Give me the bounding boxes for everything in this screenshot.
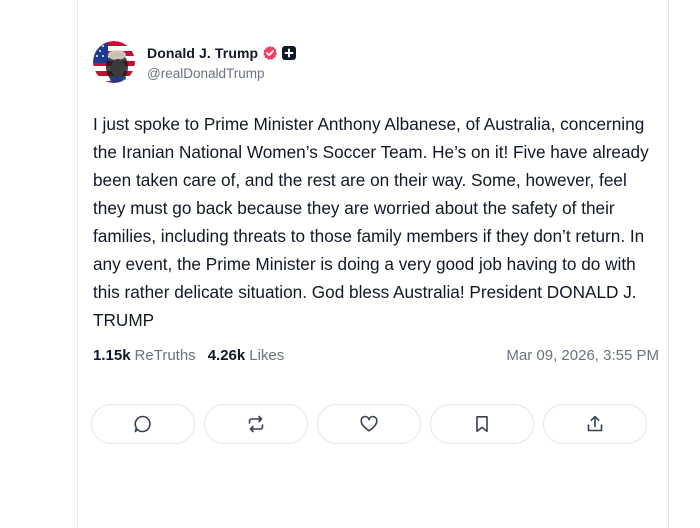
heart-icon bbox=[360, 415, 378, 432]
share-button[interactable] bbox=[543, 404, 647, 444]
action-bar bbox=[91, 404, 647, 444]
column-divider-left bbox=[77, 0, 78, 528]
page: Donald J. Trump @realDonaldTrump I just … bbox=[0, 0, 700, 528]
retruths-label[interactable]: ReTruths bbox=[135, 347, 196, 364]
column-divider-right bbox=[668, 0, 669, 528]
bookmark-icon bbox=[476, 416, 488, 432]
name-row: Donald J. Trump bbox=[147, 43, 297, 63]
post-timestamp[interactable]: Mar 09, 2026, 3:55 PM bbox=[506, 347, 659, 364]
verified-badge-icon bbox=[262, 45, 278, 61]
share-icon bbox=[587, 415, 603, 432]
comment-icon bbox=[134, 415, 151, 433]
post-text: I just spoke to Prime Minister Anthony A… bbox=[93, 114, 649, 330]
avatar-image bbox=[93, 41, 135, 83]
author-name[interactable]: Donald J. Trump bbox=[147, 45, 258, 61]
post-stats: 1.15k ReTruths 4.26k Likes Mar 09, 2026,… bbox=[93, 344, 659, 366]
repost-icon bbox=[248, 415, 264, 433]
plus-badge-icon bbox=[282, 46, 297, 60]
retruths-count[interactable]: 1.15k bbox=[93, 347, 131, 364]
reply-button[interactable] bbox=[91, 404, 195, 444]
likes-count[interactable]: 4.26k bbox=[208, 347, 246, 364]
likes-label[interactable]: Likes bbox=[249, 347, 284, 364]
like-button[interactable] bbox=[317, 404, 421, 444]
author-handle[interactable]: @realDonaldTrump bbox=[147, 66, 296, 81]
post-card: Donald J. Trump @realDonaldTrump I just … bbox=[91, 40, 659, 444]
bookmark-button[interactable] bbox=[430, 404, 534, 444]
author-block: Donald J. Trump @realDonaldTrump bbox=[147, 43, 297, 81]
post-header: Donald J. Trump @realDonaldTrump bbox=[93, 40, 655, 84]
retruth-button[interactable] bbox=[204, 404, 308, 444]
avatar[interactable] bbox=[93, 41, 135, 83]
